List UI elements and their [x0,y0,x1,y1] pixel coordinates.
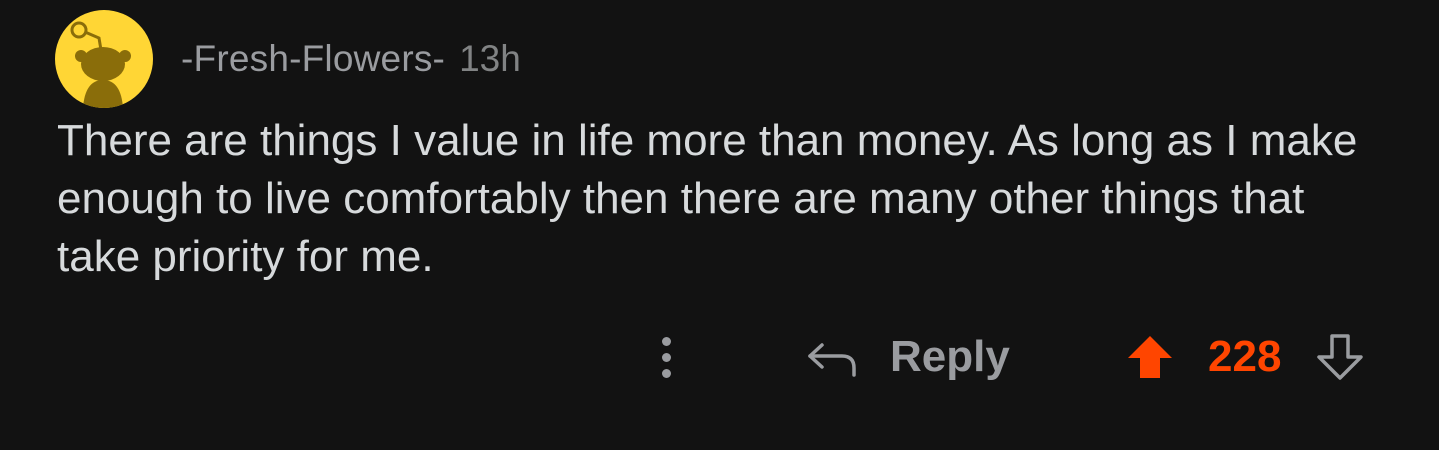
more-vertical-icon-dot [661,352,671,362]
vote-score: 228 [1208,332,1282,381]
timestamp: 13h [459,38,521,79]
comment-actions: Reply 228 [0,322,1439,392]
reply-arrow-icon [808,343,856,377]
more-vertical-icon-dot [661,368,671,378]
upvote-arrow-icon [1128,336,1172,378]
vote-controls: 228 [1126,328,1365,386]
downvote-button[interactable] [1315,332,1365,382]
reply-label: Reply [890,332,1010,381]
snoo-avatar-icon [70,21,131,108]
avatar[interactable] [55,10,153,108]
comment-header: -Fresh-Flowers- 13h [55,10,521,108]
username[interactable]: -Fresh-Flowers- [181,38,445,80]
upvote-button[interactable] [1126,333,1174,381]
downvote-arrow-icon [1317,334,1364,380]
comment-body: There are things I value in life more th… [57,116,1358,281]
reply-button[interactable]: Reply [804,328,1010,386]
more-vertical-icon [661,336,671,346]
more-options-button[interactable] [648,330,684,384]
comment: -Fresh-Flowers- 13h There are things I v… [0,0,1439,450]
